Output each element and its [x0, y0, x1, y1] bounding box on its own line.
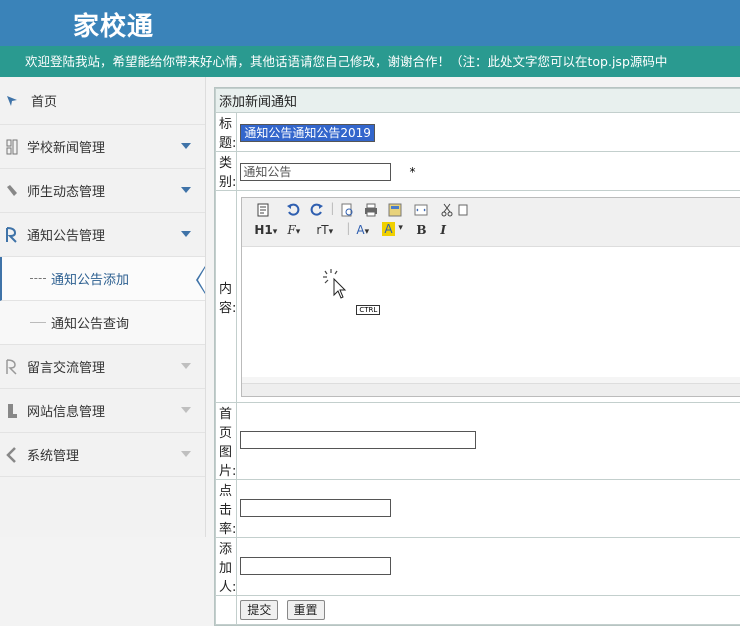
reset-button[interactable]: 重置	[287, 600, 325, 620]
editor-content-area[interactable]: CTRL	[242, 247, 740, 377]
sidebar-subitem-label: 通知公告查询	[51, 313, 129, 332]
category-cell: 通知公告 *	[237, 152, 740, 191]
bold-button[interactable]: B	[416, 223, 426, 237]
font-color-button[interactable]: A	[356, 223, 364, 237]
copy-icon[interactable]	[458, 203, 468, 217]
title-label: 标题:	[216, 113, 237, 152]
notice-form: 添加新闻通知 标题: 通知公告通知公告2019 类别: 通知公告 * 内容:	[215, 88, 740, 625]
heading-button[interactable]: H1	[254, 223, 272, 237]
sidebar-item-label: 留言交流管理	[27, 357, 105, 376]
italic-button[interactable]: I	[440, 223, 446, 237]
chevron-down-icon	[181, 451, 191, 457]
sidebar-item-label: 网站信息管理	[27, 401, 105, 420]
sidebar-subitem-notice-query[interactable]: 通知公告查询	[0, 301, 205, 345]
sidebar-item-label: 学校新闻管理	[27, 137, 105, 156]
sidebar-item-site-info[interactable]: 网站信息管理	[0, 389, 205, 433]
template-icon[interactable]	[388, 203, 402, 217]
chevron-down-icon	[181, 363, 191, 369]
font-size-button[interactable]: rT	[316, 223, 328, 237]
sidebar-item-notice[interactable]: 通知公告管理	[0, 213, 205, 257]
chevron-down-icon	[181, 407, 191, 413]
welcome-banner: 欢迎登陆我站，希望能给你带来好心情，其他话语请您自己修改，谢谢合作！（注：此处文…	[0, 46, 740, 77]
sidebar-item-message[interactable]: 留言交流管理	[0, 345, 205, 389]
sidebar-item-system[interactable]: 系统管理	[0, 433, 205, 477]
adder-input[interactable]	[240, 557, 391, 575]
editor-toolbar: | H1▾ F▾ rT▾ | A▾ A ▾ B	[242, 198, 740, 247]
banner-text: 欢迎登陆我站，希望能给你带来好心情，其他话语请您自己修改，谢谢合作！（注：此处文…	[0, 54, 667, 69]
required-mark: *	[410, 165, 416, 179]
font-family-button[interactable]: F	[287, 223, 295, 237]
adder-cell	[237, 538, 740, 596]
home-icon	[5, 93, 19, 109]
notice-form-panel: 添加新闻通知 标题: 通知公告通知公告2019 类别: 通知公告 * 内容:	[214, 87, 740, 626]
app-title: 家校通	[73, 6, 154, 43]
image-input[interactable]	[240, 431, 476, 449]
source-icon[interactable]	[256, 203, 270, 217]
title-cell: 通知公告通知公告2019	[237, 113, 740, 152]
sidebar-item-label: 师生动态管理	[27, 181, 105, 200]
form-caption: 添加新闻通知	[216, 89, 740, 113]
print-icon[interactable]	[364, 203, 378, 217]
image-cell	[237, 403, 740, 480]
sidebar-subitem-label: 通知公告添加	[51, 269, 129, 288]
rich-text-editor[interactable]: | H1▾ F▾ rT▾ | A▾ A ▾ B	[241, 197, 740, 397]
ctrl-hint: CTRL	[356, 305, 380, 315]
sidebar: 首页 学校新闻管理 师生动态管理 通知公告管理 通知公告添加 通知公告查询 留言…	[0, 77, 206, 537]
sidebar-item-label: 首页	[31, 91, 57, 110]
image-label: 首页图片:	[216, 403, 237, 480]
clicks-label: 点击率:	[216, 480, 237, 538]
category-label: 类别:	[216, 152, 237, 191]
submit-button[interactable]: 提交	[240, 600, 278, 620]
grid-icon	[5, 139, 19, 155]
notice-icon	[5, 227, 19, 243]
sidebar-subitem-notice-add[interactable]: 通知公告添加	[0, 257, 205, 301]
chevron-down-icon	[181, 231, 191, 237]
clicks-cell	[237, 480, 740, 538]
sidebar-item-home[interactable]: 首页	[0, 77, 205, 125]
cut-icon[interactable]	[440, 203, 454, 217]
undo-icon[interactable]	[286, 203, 300, 217]
form-actions: 提交 重置	[237, 596, 740, 625]
content-label: 内容:	[216, 191, 237, 403]
category-input[interactable]: 通知公告	[240, 163, 391, 181]
title-input[interactable]: 通知公告通知公告2019	[240, 124, 375, 142]
sidebar-item-label: 系统管理	[27, 445, 79, 464]
message-icon	[5, 359, 19, 375]
header-bar: 家校通	[0, 0, 740, 46]
code-icon[interactable]	[414, 203, 428, 217]
redo-icon[interactable]	[310, 203, 324, 217]
preview-icon[interactable]	[340, 203, 354, 217]
chevron-down-icon	[181, 143, 191, 149]
adder-label: 添加人:	[216, 538, 237, 596]
active-indicator-icon	[196, 266, 205, 294]
wrench-icon	[5, 447, 19, 463]
sidebar-item-teacher-student[interactable]: 师生动态管理	[0, 169, 205, 213]
clicks-input[interactable]	[240, 499, 391, 517]
editor-footer	[242, 383, 740, 396]
bg-color-button[interactable]: A	[384, 222, 392, 236]
user-icon	[5, 403, 19, 419]
content-cell: | H1▾ F▾ rT▾ | A▾ A ▾ B	[237, 191, 740, 403]
sidebar-item-school-news[interactable]: 学校新闻管理	[0, 125, 205, 169]
pen-icon	[5, 183, 19, 199]
chevron-down-icon	[181, 187, 191, 193]
sidebar-item-label: 通知公告管理	[27, 225, 105, 244]
